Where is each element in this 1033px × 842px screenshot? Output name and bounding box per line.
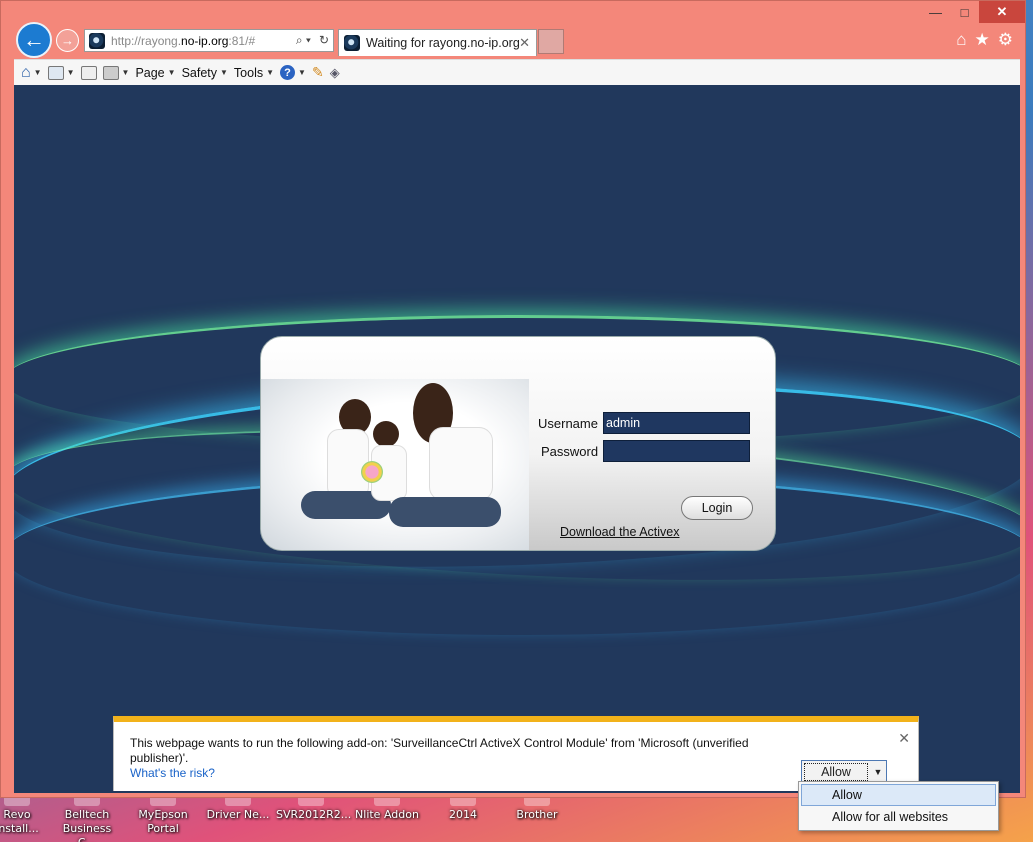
notification-message: This webpage wants to run the following …: [130, 736, 749, 765]
help-icon: ?: [280, 65, 296, 80]
photo-figure: [429, 427, 493, 501]
minimize-button[interactable]: —: [921, 1, 950, 23]
address-url[interactable]: http://rayong.no-ip.org:81/#: [111, 34, 255, 48]
browser-window: — □ ✕ ← → http://rayong.no-ip.org:81/# ⌕…: [0, 0, 1026, 798]
tab-favicon-icon: [344, 35, 360, 51]
address-tools: ⌕ ▾ ↻: [296, 33, 329, 48]
menu-item-allow[interactable]: Allow: [801, 784, 996, 806]
photo-figure: [361, 461, 383, 483]
window-controls: — □ ✕: [921, 1, 1025, 23]
chevron-down-icon: ▼: [266, 68, 275, 77]
login-panel: Username Password Login Download the Act…: [260, 336, 776, 551]
research-icon: ✎: [311, 64, 324, 80]
close-icon[interactable]: ✕: [898, 730, 910, 747]
tab-title: Waiting for rayong.no-ip.org: [366, 36, 520, 50]
rss-feed-icon: [47, 65, 64, 80]
maximize-button[interactable]: □: [950, 1, 979, 23]
printer-icon: [102, 65, 119, 80]
addon-icon: ◈: [329, 64, 340, 80]
favorites-icon[interactable]: ★: [975, 30, 990, 50]
whats-the-risk-link[interactable]: What's the risk?: [130, 766, 215, 780]
feeds-cmd-button[interactable]: ▼: [47, 65, 75, 80]
research-cmd-button[interactable]: ✎: [312, 64, 324, 81]
chevron-down-icon: ▼: [33, 68, 42, 77]
download-activex-link[interactable]: Download the Activex: [560, 525, 680, 539]
mail-cmd-button[interactable]: [80, 65, 97, 80]
tab-close-icon[interactable]: ✕: [519, 35, 530, 51]
close-window-button[interactable]: ✕: [979, 1, 1025, 23]
password-label: Password: [541, 444, 599, 459]
home-icon[interactable]: ⌂: [956, 30, 966, 50]
password-field[interactable]: [603, 440, 750, 462]
family-photo: [261, 379, 529, 550]
forward-button[interactable]: →: [56, 29, 79, 52]
refresh-icon[interactable]: ↻: [319, 33, 329, 48]
help-menu[interactable]: ? ▼: [280, 65, 306, 80]
new-tab-button[interactable]: [538, 29, 564, 54]
site-favicon-icon: [89, 32, 105, 49]
menu-item-allow-all-websites[interactable]: Allow for all websites: [801, 806, 996, 828]
username-label: Username: [538, 416, 598, 431]
allow-button[interactable]: Allow: [804, 763, 868, 781]
back-button[interactable]: ←: [16, 22, 52, 58]
chevron-down-icon: ▼: [298, 68, 306, 77]
mail-icon: [80, 65, 97, 80]
forward-arrow-icon: →: [61, 33, 74, 48]
tools-menu[interactable]: Tools ▼: [234, 66, 274, 80]
chevron-down-icon: ▼: [121, 68, 130, 77]
addon-cmd-button[interactable]: ◈: [330, 65, 340, 81]
allow-dropdown-menu: Allow Allow for all websites: [798, 781, 999, 831]
username-field[interactable]: [603, 412, 750, 434]
page-menu[interactable]: Page ▼: [135, 66, 175, 80]
login-button[interactable]: Login: [681, 496, 753, 520]
command-bar: ⌂ ▼ ▼ ▼ Page ▼ Safety ▼ Tools ▼ ? ▼ ✎ ◈: [14, 59, 1020, 85]
search-dropdown-icon[interactable]: ⌕ ▾: [296, 33, 311, 48]
allow-dropdown-chevron-icon[interactable]: ▼: [870, 761, 886, 783]
back-arrow-icon: ←: [23, 27, 45, 52]
browser-right-icons: ⌂ ★ ⚙: [956, 30, 1013, 50]
print-cmd-button[interactable]: ▼: [102, 65, 130, 80]
address-bar[interactable]: http://rayong.no-ip.org:81/# ⌕ ▾ ↻: [84, 29, 334, 52]
photo-figure: [373, 421, 399, 447]
photo-figure: [389, 497, 501, 527]
page-content: Username Password Login Download the Act…: [14, 85, 1020, 793]
tab-active[interactable]: Waiting for rayong.no-ip.org ✕: [338, 29, 537, 56]
addon-notification-bar: This webpage wants to run the following …: [113, 716, 919, 791]
chevron-down-icon: ▼: [220, 68, 228, 77]
tools-gear-icon[interactable]: ⚙: [998, 30, 1013, 50]
home-cmd-button[interactable]: ⌂ ▼: [21, 64, 42, 82]
home-icon: ⌂: [21, 63, 31, 81]
chevron-down-icon: ▼: [167, 68, 176, 77]
safety-menu[interactable]: Safety ▼: [182, 66, 228, 80]
chevron-down-icon: ▼: [66, 68, 75, 77]
